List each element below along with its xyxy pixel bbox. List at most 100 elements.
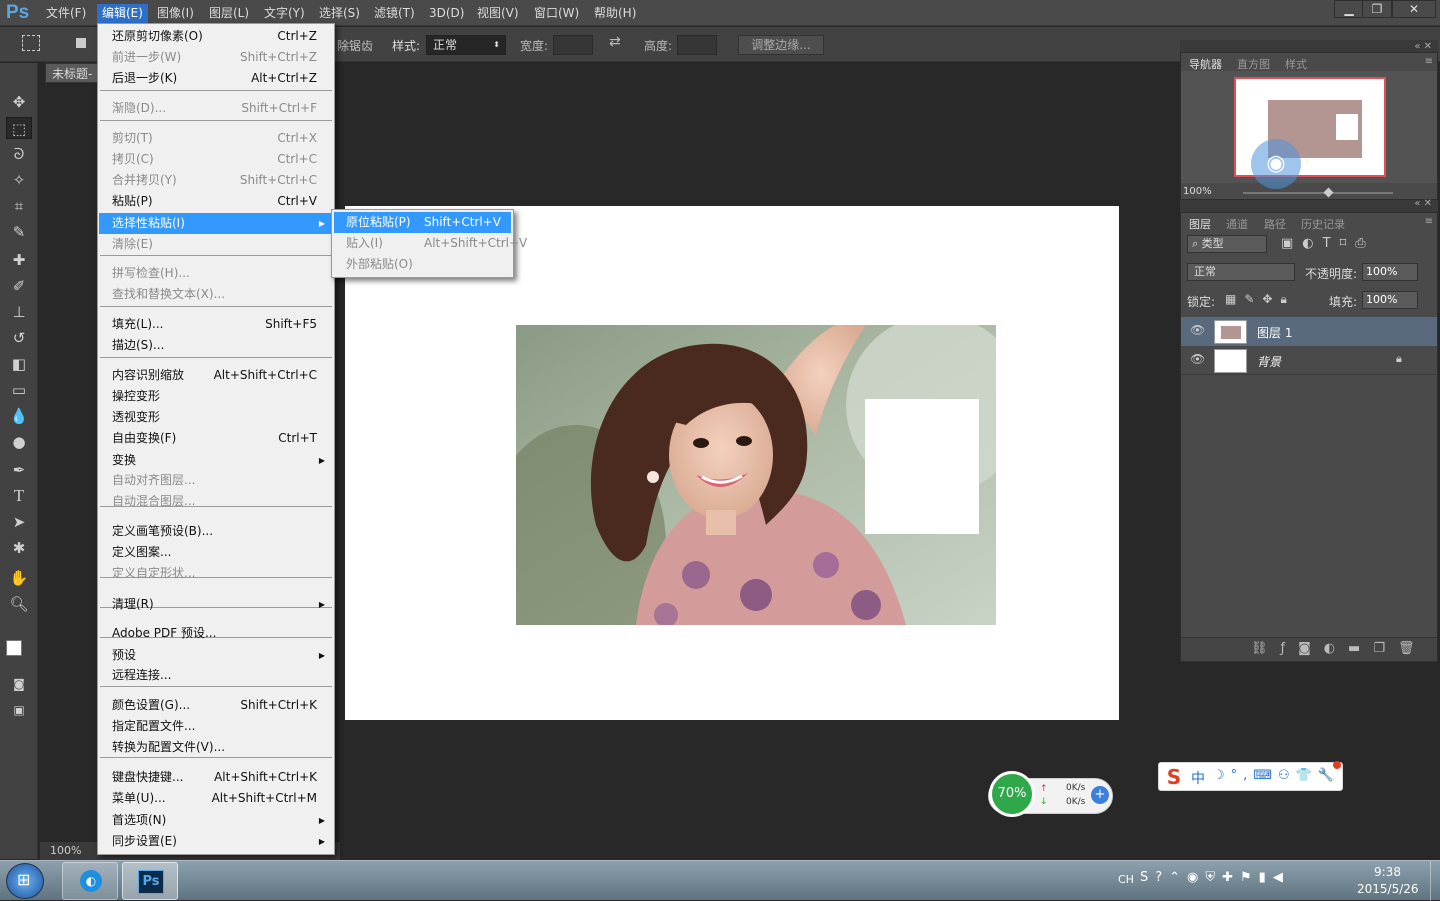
- menu-item-undo[interactable]: 还原剪切像素(O) Ctrl+Z: [99, 26, 333, 47]
- tab-paths[interactable]: 路径: [1264, 216, 1286, 232]
- menu-item-stroke[interactable]: 描边(S)...: [99, 335, 333, 356]
- navigator-zoom-slider[interactable]: [1243, 187, 1393, 198]
- menu-item-define-pattern[interactable]: 定义图案...: [99, 542, 333, 563]
- tab-layers[interactable]: 图层: [1189, 216, 1211, 232]
- height-input[interactable]: [677, 35, 717, 55]
- menu-item-cut[interactable]: 剪切(T) Ctrl+X: [99, 128, 333, 149]
- refine-edge-button[interactable]: 调整边缘...: [738, 35, 824, 55]
- tab-styles[interactable]: 样式: [1285, 56, 1307, 72]
- start-button[interactable]: ⊞: [6, 863, 44, 899]
- marquee-tool-icon[interactable]: [22, 35, 40, 51]
- menu-item-auto-blend-layers[interactable]: 自动混合图层...: [99, 491, 333, 512]
- dodge-tool-icon[interactable]: ●: [6, 431, 32, 453]
- width-input[interactable]: [553, 35, 593, 55]
- menu-item-puppet-warp[interactable]: 操控变形: [99, 386, 333, 407]
- history-brush-tool-icon[interactable]: ↺: [6, 327, 32, 349]
- menu-item-color-settings[interactable]: 颜色设置(G)... Shift+Ctrl+K: [99, 695, 333, 716]
- zoom-tool-icon[interactable]: 🔍︎: [6, 593, 32, 615]
- submenu-item-paste-outside[interactable]: 外部粘贴(O): [334, 254, 511, 275]
- ime-mode[interactable]: 中: [1191, 768, 1205, 788]
- style-select[interactable]: 正常 ⬍: [426, 35, 506, 55]
- menu-item-remote-connections[interactable]: 远程连接...: [99, 665, 333, 686]
- menu-item-fade[interactable]: 渐隐(D)... Shift+Ctrl+F: [99, 98, 333, 119]
- foreground-color-swatch[interactable]: [6, 640, 22, 656]
- menu-item-sync-settings[interactable]: 同步设置(E) ▶: [99, 831, 333, 852]
- shape-tool-icon[interactable]: ✱: [6, 537, 32, 559]
- layer-row[interactable]: 👁︎ 背景 🔒︎: [1181, 346, 1437, 375]
- menu-item-check-spelling[interactable]: 拼写检查(H)...: [99, 263, 333, 284]
- menu-view[interactable]: 视图(V): [472, 4, 524, 23]
- slider-thumb[interactable]: [1323, 187, 1334, 198]
- blur-tool-icon[interactable]: 💧: [6, 405, 32, 427]
- menu-image[interactable]: 图像(I): [152, 4, 199, 23]
- clock-time[interactable]: 9:38: [1374, 865, 1401, 879]
- submenu-item-paste-in-place[interactable]: 原位粘贴(P) Shift+Ctrl+V: [334, 212, 511, 233]
- pen-tool-icon[interactable]: ✒: [6, 459, 32, 481]
- menu-item-define-brush-preset[interactable]: 定义画笔预设(B)...: [99, 521, 333, 542]
- menu-3d[interactable]: 3D(D): [424, 4, 469, 23]
- eraser-tool-icon[interactable]: ◧: [6, 353, 32, 375]
- menu-type[interactable]: 文字(Y): [259, 4, 310, 23]
- memory-percent[interactable]: 70%: [989, 771, 1035, 817]
- close-button[interactable]: ✕: [1392, 0, 1436, 18]
- menu-item-adobe-pdf-presets[interactable]: Adobe PDF 预设...: [99, 623, 333, 644]
- fill-input[interactable]: 100%: [1362, 291, 1418, 309]
- menu-item-define-custom-shape[interactable]: 定义自定形状...: [99, 563, 333, 584]
- taskbar-photoshop[interactable]: Ps: [122, 862, 178, 900]
- path-select-tool-icon[interactable]: ➤: [6, 511, 32, 533]
- eye-icon[interactable]: 👁︎: [1190, 323, 1205, 337]
- menu-item-content-aware-scale[interactable]: 内容识别缩放 Alt+Shift+Ctrl+C: [99, 365, 333, 386]
- crop-tool-icon[interactable]: ⌗: [6, 195, 32, 217]
- menu-window[interactable]: 窗口(W): [529, 4, 584, 23]
- menu-item-perspective-warp[interactable]: 透视变形: [99, 407, 333, 428]
- layer-filter-select[interactable]: ⌕ 类型: [1187, 235, 1267, 253]
- menu-item-paste-special[interactable]: 选择性粘贴(I) ▶: [99, 213, 333, 234]
- hand-tool-icon[interactable]: ✋: [6, 567, 32, 589]
- document-tab[interactable]: 未标题-: [45, 63, 99, 83]
- tab-navigator[interactable]: 导航器: [1189, 56, 1222, 72]
- menu-filter[interactable]: 滤镜(T): [369, 4, 420, 23]
- menu-item-paste[interactable]: 粘贴(P) Ctrl+V: [99, 191, 333, 212]
- tray-icons[interactable]: S?⌃◉⛨✚⚑▮◀: [1140, 870, 1290, 885]
- speed-boost-icon[interactable]: +: [1091, 786, 1109, 804]
- collapse-icon[interactable]: « ✕: [1414, 41, 1432, 52]
- magic-wand-tool-icon[interactable]: ✧: [6, 169, 32, 191]
- menu-help[interactable]: 帮助(H): [589, 4, 641, 23]
- type-tool-icon[interactable]: T: [6, 485, 32, 507]
- language-indicator[interactable]: CH: [1118, 873, 1134, 886]
- menu-item-assign-profile[interactable]: 指定配置文件...: [99, 716, 333, 737]
- move-tool-icon[interactable]: ✥: [6, 91, 32, 113]
- tab-histogram[interactable]: 直方图: [1237, 56, 1270, 72]
- menu-select[interactable]: 选择(S): [314, 4, 365, 23]
- clone-stamp-tool-icon[interactable]: ⊥: [6, 301, 32, 323]
- menu-item-copy[interactable]: 拷贝(C) Ctrl+C: [99, 149, 333, 170]
- tab-history[interactable]: 历史记录: [1301, 216, 1345, 232]
- panel-menu-icon[interactable]: ≡: [1425, 56, 1433, 67]
- menu-item-auto-align-layers[interactable]: 自动对齐图层...: [99, 470, 333, 491]
- menu-file[interactable]: 文件(F): [41, 4, 91, 23]
- clock-date[interactable]: 2015/5/26: [1357, 882, 1419, 896]
- collapse-icon[interactable]: « ✕: [1414, 198, 1432, 209]
- menu-edit[interactable]: 编辑(E): [97, 4, 148, 23]
- minimize-button[interactable]: ▁: [1334, 0, 1364, 18]
- menu-item-purge[interactable]: 清理(R) ▶: [99, 594, 333, 615]
- menu-layer[interactable]: 图层(L): [204, 4, 254, 23]
- menu-item-convert-to-profile[interactable]: 转换为配置文件(V)...: [99, 737, 333, 758]
- taskbar-browser[interactable]: ◐: [62, 862, 118, 900]
- menu-item-free-transform[interactable]: 自由变换(F) Ctrl+T: [99, 428, 333, 449]
- menu-item-find-replace[interactable]: 查找和替换文本(X)...: [99, 284, 333, 305]
- screen-mode-icon[interactable]: ▣: [6, 699, 32, 721]
- menu-item-clear[interactable]: 清除(E): [99, 234, 333, 255]
- lock-icons[interactable]: ▦✎✥🔒︎: [1225, 292, 1295, 307]
- show-desktop-button[interactable]: [1430, 861, 1440, 901]
- menu-item-preferences[interactable]: 首选项(N) ▶: [99, 810, 333, 831]
- tab-channels[interactable]: 通道: [1226, 216, 1248, 232]
- ime-tool-icons[interactable]: ☽°,⌨⚇👕🔧: [1213, 768, 1340, 783]
- eye-icon[interactable]: 👁︎: [1190, 352, 1205, 366]
- wifi-icon[interactable]: ◉: [1251, 139, 1301, 189]
- layer-filter-icons[interactable]: ▣◐T⌑⎙: [1281, 236, 1375, 251]
- menu-item-step-backward[interactable]: 后退一步(K) Alt+Ctrl+Z: [99, 68, 333, 89]
- swap-icon[interactable]: ⇄: [609, 34, 621, 50]
- menu-item-copy-merged[interactable]: 合并拷贝(Y) Shift+Ctrl+C: [99, 170, 333, 191]
- menu-item-presets[interactable]: 预设 ▶: [99, 645, 333, 666]
